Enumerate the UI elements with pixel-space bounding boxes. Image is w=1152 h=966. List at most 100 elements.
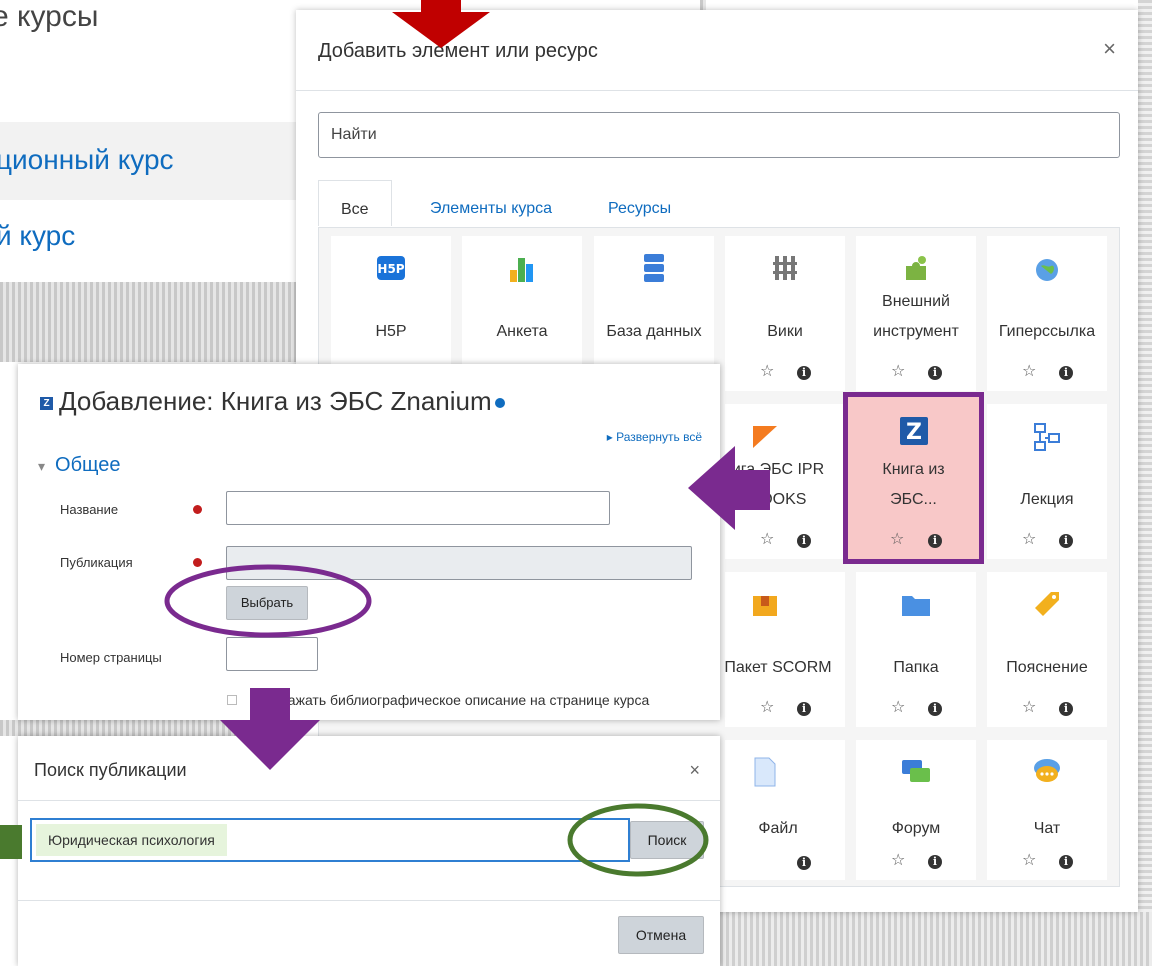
info-icon[interactable]: i	[1059, 366, 1073, 380]
activity-tile-file[interactable]: Файл i	[725, 740, 845, 880]
background-course-link[interactable]: й курс	[0, 220, 75, 252]
section-general[interactable]: ▾ Общее	[38, 454, 121, 477]
screenshot-seam	[0, 282, 296, 362]
wiki-icon	[773, 256, 797, 280]
show-description-checkbox[interactable]	[227, 695, 237, 705]
database-icon	[644, 254, 664, 282]
background-course-link[interactable]: ционный курс	[0, 144, 174, 176]
modal-header: Добавить элемент или ресурс ×	[296, 10, 1138, 91]
activity-tile-wiki[interactable]: Вики ☆ i	[725, 236, 845, 391]
page-number-input[interactable]	[226, 637, 318, 671]
activity-tile-scorm[interactable]: Пакет SCORM ☆ i	[724, 572, 845, 727]
tab-all[interactable]: Все	[318, 180, 392, 226]
info-icon[interactable]: i	[1059, 702, 1073, 716]
tile-label: Вики	[767, 323, 803, 340]
znanium-badge-icon: Z	[40, 396, 53, 410]
chat-icon	[1034, 759, 1060, 782]
screenshot-seam	[1138, 0, 1152, 966]
info-icon[interactable]: i	[797, 702, 811, 716]
activity-tile-chat[interactable]: Чат ☆ i	[987, 740, 1107, 880]
background-page-title: е курсы	[0, 0, 99, 33]
screenshot-seam	[0, 720, 296, 736]
chooser-search-input[interactable]	[318, 112, 1120, 158]
tile-label: Форум	[891, 820, 941, 837]
tile-label: Папка	[893, 659, 939, 676]
star-icon[interactable]: ☆	[1022, 361, 1036, 381]
star-icon[interactable]: ☆	[760, 697, 774, 717]
collapse-caret-icon: ▾	[38, 458, 46, 474]
activity-tile-folder[interactable]: Папка ☆ i	[856, 572, 976, 727]
expand-all-link[interactable]: ▸ Развернуть всё	[607, 430, 702, 444]
publication-field	[226, 546, 692, 580]
activity-tile-external-tool[interactable]: Внешний инструмент ☆ i	[856, 236, 976, 391]
info-icon[interactable]: i	[797, 856, 811, 870]
info-icon[interactable]: i	[797, 366, 811, 380]
expand-all-label: Развернуть всё	[616, 430, 702, 444]
tile-label: ига ЭБС IPR BOOKS	[731, 461, 825, 508]
star-icon[interactable]: ☆	[760, 529, 774, 549]
background-course-page: е курсы ционный курс й курс	[0, 0, 300, 290]
search-button[interactable]: Поиск	[630, 821, 704, 859]
modal-title: Добавить элемент или ресурс	[318, 40, 598, 62]
close-icon[interactable]: ×	[1103, 36, 1116, 62]
svg-text:H5P: H5P	[377, 262, 404, 276]
tile-label: База данных	[606, 323, 702, 340]
divider	[18, 900, 720, 901]
tile-label: Файл	[758, 820, 798, 837]
background-course-row[interactable]: й курс	[0, 200, 300, 280]
star-icon[interactable]: ☆	[760, 361, 774, 381]
divider	[18, 800, 720, 801]
select-publication-button[interactable]: Выбрать	[226, 586, 308, 620]
show-description-label: ражать библиографическое описание на стр…	[280, 692, 650, 708]
publication-search-input[interactable]: Юридическая психология	[30, 818, 630, 862]
publication-label: Публикация	[60, 555, 133, 570]
star-icon[interactable]: ☆	[891, 361, 905, 381]
info-icon[interactable]: i	[928, 366, 942, 380]
screenshot-seam	[720, 912, 1152, 966]
svg-text:Z: Z	[906, 420, 922, 445]
iprbooks-icon	[753, 426, 777, 448]
cancel-button[interactable]: Отмена	[618, 916, 704, 954]
tile-label: Чат	[1033, 820, 1061, 837]
activity-tile-znanium-book[interactable]: Z Книга из ЭБС... ☆ i	[843, 392, 984, 564]
activity-tile-lesson[interactable]: Лекция ☆ i	[987, 404, 1107, 559]
page-number-label: Номер страницы	[60, 650, 162, 665]
tab-resources[interactable]: Ресурсы	[608, 180, 671, 226]
info-icon[interactable]: i	[1059, 855, 1073, 869]
name-input[interactable]	[226, 491, 610, 525]
activity-tile-iprbooks[interactable]: ига ЭБС IPR BOOKS ☆ i	[725, 404, 845, 559]
star-icon[interactable]: ☆	[1022, 850, 1036, 870]
search-publication-dialog: Поиск публикации × Юридическая психологи…	[18, 736, 720, 966]
form-title: Z Добавление: Книга из ЭБС Znanium	[40, 386, 505, 417]
background-course-row[interactable]: ционный курс	[0, 122, 300, 200]
tile-label: Пояснение	[1006, 659, 1088, 676]
forum-icon	[902, 760, 930, 782]
info-icon[interactable]: i	[1059, 534, 1073, 548]
tab-activities[interactable]: Элементы курса	[430, 180, 552, 226]
file-icon	[754, 757, 776, 787]
section-label: Общее	[55, 454, 121, 476]
activity-tile-url[interactable]: Гиперссылка ☆ i	[987, 236, 1107, 391]
tile-label: Гиперссылка	[998, 323, 1096, 340]
info-icon[interactable]: i	[797, 534, 811, 548]
close-icon[interactable]: ×	[689, 760, 700, 781]
screenshot-seam	[700, 0, 706, 10]
info-icon[interactable]: i	[928, 702, 942, 716]
star-icon[interactable]: ☆	[890, 529, 904, 549]
puzzle-icon	[906, 256, 926, 280]
tile-label: Книга из ЭБС...	[882, 461, 945, 508]
activity-tile-forum[interactable]: Форум ☆ i	[856, 740, 976, 880]
help-icon[interactable]	[494, 398, 505, 409]
required-icon	[193, 505, 202, 514]
star-icon[interactable]: ☆	[891, 697, 905, 717]
star-icon[interactable]: ☆	[1022, 697, 1036, 717]
folder-icon	[902, 596, 930, 616]
info-icon[interactable]: i	[928, 534, 942, 548]
label-tag-icon	[1035, 592, 1059, 616]
star-icon[interactable]: ☆	[891, 850, 905, 870]
activity-tile-label[interactable]: Пояснение ☆ i	[987, 572, 1107, 727]
tile-label: Пакет SCORM	[724, 659, 832, 676]
star-icon[interactable]: ☆	[1022, 529, 1036, 549]
info-icon[interactable]: i	[928, 855, 942, 869]
tile-label: H5P	[375, 323, 407, 340]
